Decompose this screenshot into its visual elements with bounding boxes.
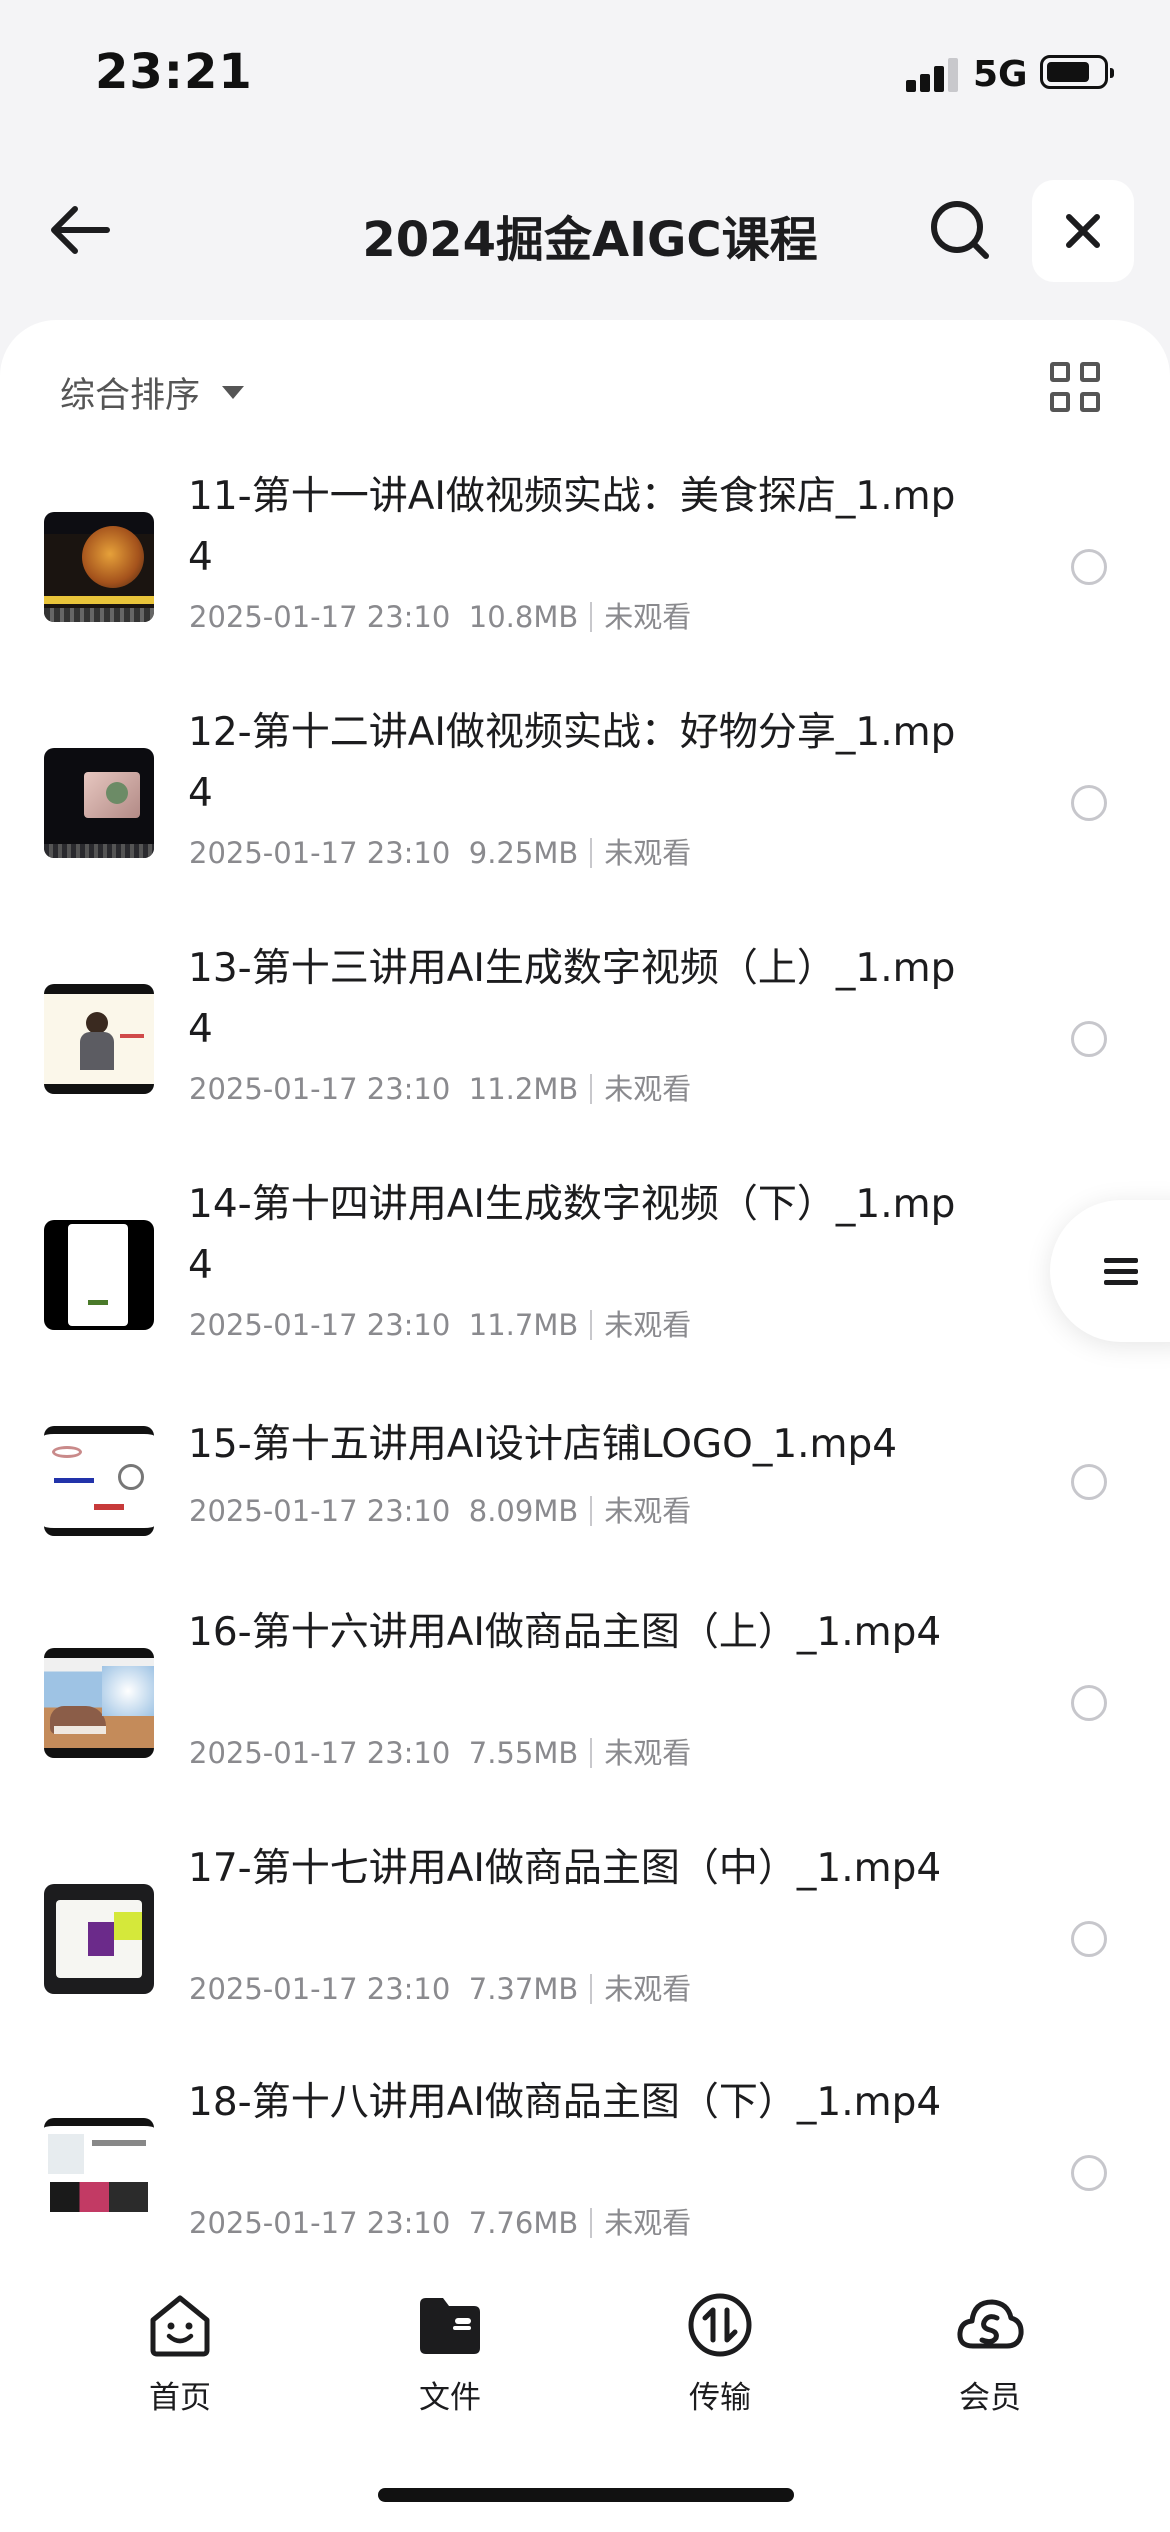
file-size: 10.8MB [468, 600, 579, 634]
file-date: 2025-01-17 23:10 [189, 1072, 451, 1106]
file-name: 11-第十一讲AI做视频实战：美食探店_1.mp4 [188, 474, 956, 580]
grid-view-icon [1050, 362, 1070, 382]
cloud-member-icon [955, 2290, 1025, 2360]
file-row[interactable]: 17-第十七讲用AI做商品主图（中）_1.mp4 2025-01-17 23:1… [0, 1826, 1170, 2062]
file-size: 11.2MB [468, 1072, 579, 1106]
file-date: 2025-01-17 23:10 [189, 600, 451, 634]
video-thumbnail [44, 1220, 154, 1330]
file-list-panel: 综合排序 11-第十一讲AI做视频实战：美食探店_1.mp4 2025-01-1… [0, 320, 1170, 2260]
file-date: 2025-01-17 23:10 [189, 1972, 451, 2006]
network-type: 5G [973, 54, 1028, 95]
tab-member[interactable]: 会员 [910, 2290, 1070, 2420]
watch-status: 未观看 [604, 1494, 692, 1528]
video-thumbnail [44, 1648, 154, 1758]
app-root: 23:21 5G 2024掘金AIGC课程 综合排序 11-第十一讲AI做视频实… [0, 0, 1170, 2532]
file-name: 16-第十六讲用AI做商品主图（上）_1.mp4 [188, 1610, 942, 1655]
file-meta: 2025-01-17 23:10 11.2MB 未观看 [189, 1066, 691, 1108]
file-meta: 2025-01-17 23:10 7.37MB 未观看 [189, 1966, 691, 2008]
video-thumbnail [44, 748, 154, 858]
close-icon [1066, 214, 1100, 248]
close-button[interactable] [1032, 180, 1134, 282]
tab-files-label: 文件 [419, 2380, 481, 2416]
status-time: 23:21 [95, 44, 253, 100]
sort-label: 综合排序 [60, 375, 201, 416]
file-meta: 2025-01-17 23:10 9.25MB 未观看 [189, 830, 691, 872]
video-thumbnail [44, 1884, 154, 1994]
menu-icon [1104, 1252, 1138, 1291]
page-title: 2024掘金AIGC课程 [362, 212, 818, 268]
select-radio[interactable] [1071, 549, 1107, 585]
file-name: 12-第十二讲AI做视频实战：好物分享_1.mp4 [188, 710, 956, 816]
watch-status: 未观看 [604, 1736, 692, 1770]
home-smile-icon [145, 2290, 215, 2360]
file-row[interactable]: 14-第十四讲用AI生成数字视频（下）_1.mp4 2025-01-17 23:… [0, 1168, 1170, 1404]
file-name: 17-第十七讲用AI做商品主图（中）_1.mp4 [188, 1846, 942, 1891]
file-size: 7.55MB [468, 1736, 579, 1770]
tab-files[interactable]: 文件 [370, 2290, 530, 2420]
file-row[interactable]: 15-第十五讲用AI设计店铺LOGO_1.mp4 2025-01-17 23:1… [0, 1404, 1170, 1590]
watch-status: 未观看 [604, 836, 692, 870]
file-row[interactable]: 13-第十三讲用AI生成数字视频（上）_1.mp4 2025-01-17 23:… [0, 932, 1170, 1168]
tab-transfer[interactable]: 传输 [640, 2290, 800, 2420]
file-size: 8.09MB [468, 1494, 579, 1528]
file-size: 7.76MB [468, 2206, 579, 2240]
tab-member-label: 会员 [959, 2380, 1021, 2416]
file-name: 14-第十四讲用AI生成数字视频（下）_1.mp4 [188, 1182, 956, 1288]
battery-icon [1040, 55, 1114, 89]
file-row[interactable]: 18-第十八讲用AI做商品主图（下）_1.mp4 2025-01-17 23:1… [0, 2062, 1170, 2260]
watch-status: 未观看 [604, 1308, 692, 1342]
tab-transfer-label: 传输 [689, 2380, 751, 2416]
file-meta: 2025-01-17 23:10 7.76MB 未观看 [189, 2200, 691, 2242]
file-row[interactable]: 16-第十六讲用AI做商品主图（上）_1.mp4 2025-01-17 23:1… [0, 1590, 1170, 1826]
home-indicator [378, 2488, 794, 2502]
file-date: 2025-01-17 23:10 [189, 836, 451, 870]
file-date: 2025-01-17 23:10 [189, 1736, 451, 1770]
file-row[interactable]: 11-第十一讲AI做视频实战：美食探店_1.mp4 2025-01-17 23:… [0, 460, 1170, 696]
grid-view-button[interactable] [1050, 362, 1106, 418]
file-meta: 2025-01-17 23:10 10.8MB 未观看 [189, 594, 691, 636]
file-date: 2025-01-17 23:10 [189, 2206, 451, 2240]
arrow-left-icon [51, 206, 110, 254]
select-radio[interactable] [1071, 1921, 1107, 1957]
select-radio[interactable] [1071, 785, 1107, 821]
status-bar: 23:21 5G [0, 0, 1170, 150]
file-date: 2025-01-17 23:10 [189, 1308, 451, 1342]
video-thumbnail [44, 2118, 154, 2228]
file-meta: 2025-01-17 23:10 7.55MB 未观看 [189, 1730, 691, 1772]
select-radio[interactable] [1071, 1685, 1107, 1721]
tab-home-label: 首页 [149, 2380, 211, 2416]
watch-status: 未观看 [604, 2206, 692, 2240]
watch-status: 未观看 [604, 1972, 692, 2006]
file-date: 2025-01-17 23:10 [189, 1494, 451, 1528]
file-meta: 2025-01-17 23:10 11.7MB 未观看 [189, 1302, 691, 1344]
select-radio[interactable] [1071, 2155, 1107, 2191]
transfer-icon [685, 2290, 755, 2360]
video-thumbnail [44, 984, 154, 1094]
file-size: 9.25MB [468, 836, 579, 870]
file-name: 15-第十五讲用AI设计店铺LOGO_1.mp4 [188, 1422, 898, 1467]
back-button[interactable] [40, 192, 120, 268]
file-name: 18-第十八讲用AI做商品主图（下）_1.mp4 [188, 2080, 942, 2125]
file-meta: 2025-01-17 23:10 8.09MB 未观看 [189, 1488, 691, 1530]
sort-dropdown[interactable]: 综合排序 [60, 362, 245, 422]
select-radio[interactable] [1071, 1021, 1107, 1057]
signal-icon [906, 56, 958, 92]
search-icon [931, 201, 989, 259]
select-radio[interactable] [1071, 1464, 1107, 1500]
tab-home[interactable]: 首页 [100, 2290, 260, 2420]
video-thumbnail [44, 1426, 154, 1536]
file-name: 13-第十三讲用AI生成数字视频（上）_1.mp4 [188, 946, 956, 1052]
watch-status: 未观看 [604, 600, 692, 634]
header: 2024掘金AIGC课程 [0, 170, 1170, 290]
search-button[interactable] [922, 192, 998, 268]
folder-icon [415, 2290, 485, 2360]
caret-down-icon [222, 385, 245, 399]
video-thumbnail [44, 512, 154, 622]
file-size: 11.7MB [468, 1308, 579, 1342]
watch-status: 未观看 [604, 1072, 692, 1106]
file-size: 7.37MB [468, 1972, 579, 2006]
file-row[interactable]: 12-第十二讲AI做视频实战：好物分享_1.mp4 2025-01-17 23:… [0, 696, 1170, 932]
